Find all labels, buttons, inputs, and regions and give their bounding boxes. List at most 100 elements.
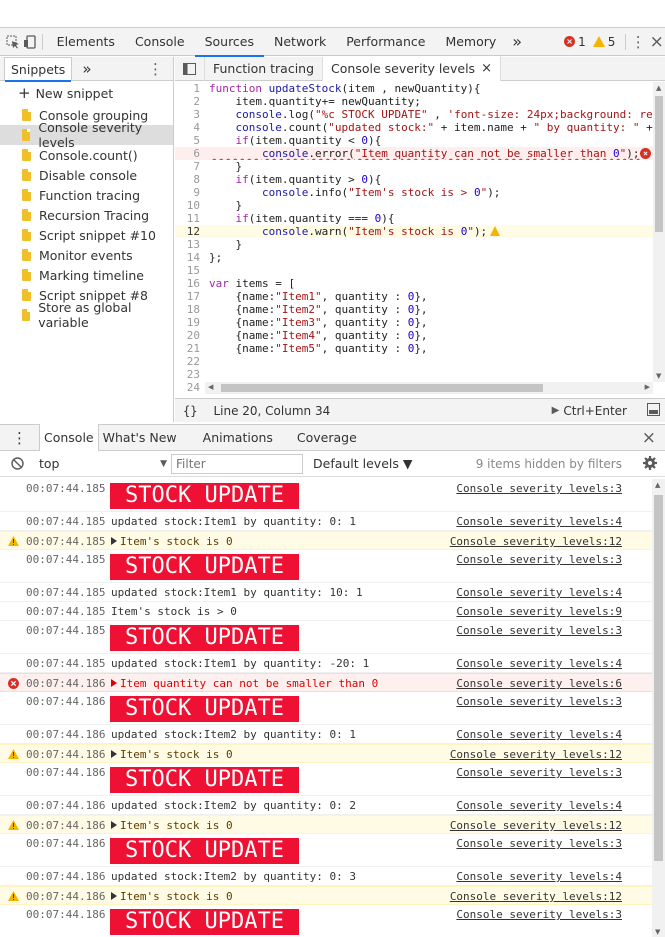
message-source-link[interactable]: Console severity levels:3 — [456, 766, 622, 780]
clear-console-icon[interactable] — [11, 456, 25, 471]
message-source-link[interactable]: Console severity levels:4 — [456, 657, 622, 671]
tab-snippets[interactable]: Snippets — [4, 56, 73, 82]
drawer-tab-animations[interactable]: Animations — [181, 425, 285, 451]
snippet-item[interactable]: Marking timeline — [0, 265, 173, 285]
scroll-thumb[interactable] — [221, 384, 543, 392]
line-number[interactable]: 7 — [175, 160, 205, 173]
line-number[interactable]: 14 — [175, 251, 205, 264]
line-number[interactable]: 13 — [175, 238, 205, 251]
editor-tab-console-severity-levels[interactable]: Console severity levels × — [323, 56, 501, 81]
tab-performance[interactable]: Performance — [336, 28, 435, 56]
close-tab-icon[interactable]: × — [481, 61, 492, 76]
message-source-link[interactable]: Console severity levels:4 — [456, 515, 622, 529]
message-source-link[interactable]: Console severity levels:12 — [450, 748, 622, 762]
device-toolbar-icon[interactable] — [22, 29, 39, 55]
snippet-item[interactable]: Recursion Tracing — [0, 205, 173, 225]
tab-console[interactable]: Console — [125, 28, 195, 56]
message-source-link[interactable]: Console severity levels:9 — [456, 605, 622, 619]
inline-error-icon[interactable]: × — [640, 148, 651, 159]
code-editor[interactable]: 1 function updateStock(item , newQuantity… — [175, 82, 665, 398]
line-number[interactable]: 22 — [175, 355, 205, 368]
console-settings-icon[interactable] — [643, 456, 657, 473]
line-number[interactable]: 17 — [175, 290, 205, 303]
snippet-item[interactable]: Monitor events — [0, 245, 173, 265]
message-source-link[interactable]: Console severity levels:3 — [456, 624, 622, 638]
line-number[interactable]: 18 — [175, 303, 205, 316]
close-drawer-button[interactable]: × — [642, 428, 656, 448]
pretty-print-icon[interactable]: {} — [183, 404, 197, 418]
editor-horizontal-scrollbar[interactable]: ◀ ▶ — [205, 382, 653, 394]
line-number[interactable]: 1 — [175, 82, 205, 95]
editor-vertical-scrollbar[interactable]: ▲ ▼ — [653, 82, 665, 382]
new-snippet-button[interactable]: + New snippet — [0, 81, 173, 105]
line-number[interactable]: 21 — [175, 342, 205, 355]
expand-triangle-icon[interactable] — [111, 750, 117, 758]
line-number[interactable]: 16 — [175, 277, 205, 290]
toggle-navigator-icon[interactable] — [175, 56, 205, 81]
message-text[interactable]: Item's stock is 0 — [111, 890, 233, 904]
run-snippet-button[interactable]: ▶ Ctrl+Enter — [552, 404, 627, 418]
message-source-link[interactable]: Console severity levels:3 — [456, 837, 622, 851]
line-number[interactable]: 10 — [175, 199, 205, 212]
message-source-link[interactable]: Console severity levels:3 — [456, 553, 622, 567]
message-source-link[interactable]: Console severity levels:3 — [456, 482, 622, 496]
snippet-item[interactable]: Disable console — [0, 165, 173, 185]
line-number[interactable]: 12 — [175, 225, 205, 238]
snippet-item[interactable]: Script snippet #10 — [0, 225, 173, 245]
line-number[interactable]: 3 — [175, 108, 205, 121]
message-text[interactable]: Item's stock is 0 — [111, 535, 233, 549]
expand-triangle-icon[interactable] — [111, 821, 117, 829]
filter-input[interactable] — [171, 453, 303, 474]
tab-network[interactable]: Network — [264, 28, 336, 56]
issues-counter[interactable]: × 1 5 — [564, 35, 615, 49]
close-devtools-icon[interactable]: × — [649, 29, 665, 55]
message-source-link[interactable]: Console severity levels:4 — [456, 586, 622, 600]
tab-sources[interactable]: Sources — [194, 28, 265, 57]
kebab-menu-icon[interactable]: ⋮ — [630, 29, 647, 55]
line-number[interactable]: 6 — [175, 147, 205, 160]
snippet-item[interactable]: Console severity levels — [0, 120, 173, 150]
line-number[interactable]: 8 — [175, 173, 205, 186]
scroll-thumb[interactable] — [655, 96, 663, 232]
line-number[interactable]: 15 — [175, 264, 205, 277]
line-number[interactable]: 11 — [175, 212, 205, 225]
log-levels-dropdown[interactable]: Default levels ▼ — [313, 456, 412, 471]
drawer-menu-icon[interactable]: ⋮ — [0, 425, 39, 451]
scroll-thumb[interactable] — [654, 495, 663, 861]
more-navigator-tabs-icon[interactable]: » — [76, 57, 97, 81]
editor-tab-function-tracing[interactable]: Function tracing — [205, 56, 324, 81]
line-number[interactable]: 24 — [175, 381, 205, 394]
message-source-link[interactable]: Console severity levels:3 — [456, 695, 622, 709]
line-number[interactable]: 5 — [175, 134, 205, 147]
expand-triangle-icon[interactable] — [111, 679, 117, 687]
message-source-link[interactable]: Console severity levels:4 — [456, 870, 622, 884]
context-selector[interactable]: top ▼ — [33, 454, 173, 474]
snippet-item[interactable]: Store as global variable — [0, 300, 173, 330]
line-number[interactable]: 20 — [175, 329, 205, 342]
message-source-link[interactable]: Console severity levels:12 — [450, 819, 622, 833]
console-vertical-scrollbar[interactable]: ▲ ▼ — [652, 479, 665, 937]
message-text[interactable]: Item's stock is 0 — [111, 819, 233, 833]
line-number[interactable]: 9 — [175, 186, 205, 199]
inspect-element-icon[interactable] — [5, 29, 22, 55]
line-number[interactable]: 2 — [175, 95, 205, 108]
dock-icon[interactable] — [647, 403, 660, 419]
tab-elements[interactable]: Elements — [47, 28, 125, 56]
line-number[interactable]: 4 — [175, 121, 205, 134]
message-source-link[interactable]: Console severity levels:12 — [450, 535, 622, 549]
message-source-link[interactable]: Console severity levels:12 — [450, 890, 622, 904]
inline-warning-icon[interactable] — [490, 226, 500, 236]
message-text[interactable]: Item's stock is 0 — [111, 748, 233, 762]
drawer-tab-console[interactable]: Console — [39, 424, 99, 451]
navigator-menu-icon[interactable]: ⋮ — [148, 60, 163, 78]
line-number[interactable]: 23 — [175, 368, 205, 381]
message-source-link[interactable]: Console severity levels:4 — [456, 799, 622, 813]
snippet-item[interactable]: Function tracing — [0, 185, 173, 205]
line-number[interactable]: 19 — [175, 316, 205, 329]
expand-triangle-icon[interactable] — [111, 892, 117, 900]
message-source-link[interactable]: Console severity levels:4 — [456, 728, 622, 742]
drawer-tab-whats-new[interactable]: What's New — [99, 425, 181, 451]
message-source-link[interactable]: Console severity levels:6 — [456, 677, 622, 691]
drawer-tab-coverage[interactable]: Coverage — [285, 425, 369, 451]
more-tabs-icon[interactable]: » — [506, 28, 528, 56]
